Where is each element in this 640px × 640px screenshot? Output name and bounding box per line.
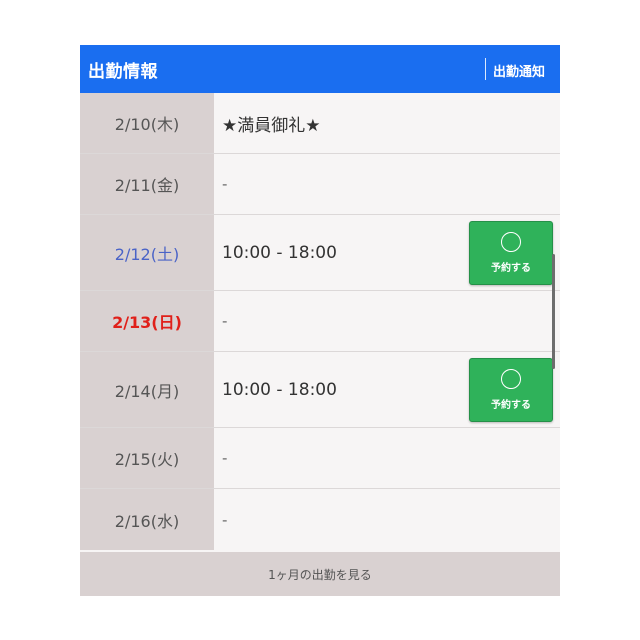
schedule-list: 2/10(木) ★満員御礼★ 2/11(金) - 2/12(土) 10:00 -… (80, 93, 560, 550)
schedule-row: 2/11(金) - (80, 154, 560, 215)
reserve-button-label: 予約する (491, 400, 531, 411)
schedule-row: 2/10(木) ★満員御礼★ (80, 93, 560, 154)
schedule-value: - (222, 175, 228, 193)
schedule-date: 2/12(土) (80, 215, 214, 290)
schedule-row: 2/14(月) 10:00 - 18:00 予約する (80, 352, 560, 428)
schedule-date: 2/15(火) (80, 428, 214, 488)
schedule-date: 2/10(木) (80, 93, 214, 153)
schedule-value: - (222, 510, 228, 529)
view-month-link[interactable]: 1ヶ月の出勤を見る (80, 552, 560, 596)
page-title: 出勤情報 (88, 62, 158, 82)
schedule-row: 2/13(日) - (80, 291, 560, 352)
view-month-label: 1ヶ月の出勤を見る (268, 567, 372, 582)
header-divider (485, 58, 486, 80)
reserve-button[interactable]: 予約する (469, 221, 553, 285)
schedule-date: 2/16(水) (80, 489, 214, 550)
schedule-value: 10:00 - 18:00 (222, 379, 337, 400)
schedule-date: 2/11(金) (80, 154, 214, 214)
circle-icon (501, 369, 521, 389)
schedule-value: - (222, 312, 228, 330)
schedule-row: 2/12(土) 10:00 - 18:00 予約する (80, 215, 560, 291)
schedule-date: 2/13(日) (80, 291, 214, 351)
scrollbar[interactable] (552, 254, 555, 369)
attendance-panel: 出勤情報 出勤通知 2/10(木) ★満員御礼★ 2/11(金) - 2/12(… (80, 45, 560, 596)
schedule-row: 2/16(水) - (80, 489, 560, 550)
attendance-notify-button[interactable]: 出勤通知 (493, 61, 545, 80)
schedule-date: 2/14(月) (80, 352, 214, 427)
reserve-button-label: 予約する (491, 263, 531, 274)
schedule-value: 10:00 - 18:00 (222, 242, 337, 263)
schedule-value: - (222, 449, 228, 467)
schedule-row: 2/15(火) - (80, 428, 560, 489)
circle-icon (501, 232, 521, 252)
reserve-button[interactable]: 予約する (469, 358, 553, 422)
schedule-value: ★満員御礼★ (222, 115, 321, 136)
header-bar: 出勤情報 出勤通知 (80, 45, 560, 93)
